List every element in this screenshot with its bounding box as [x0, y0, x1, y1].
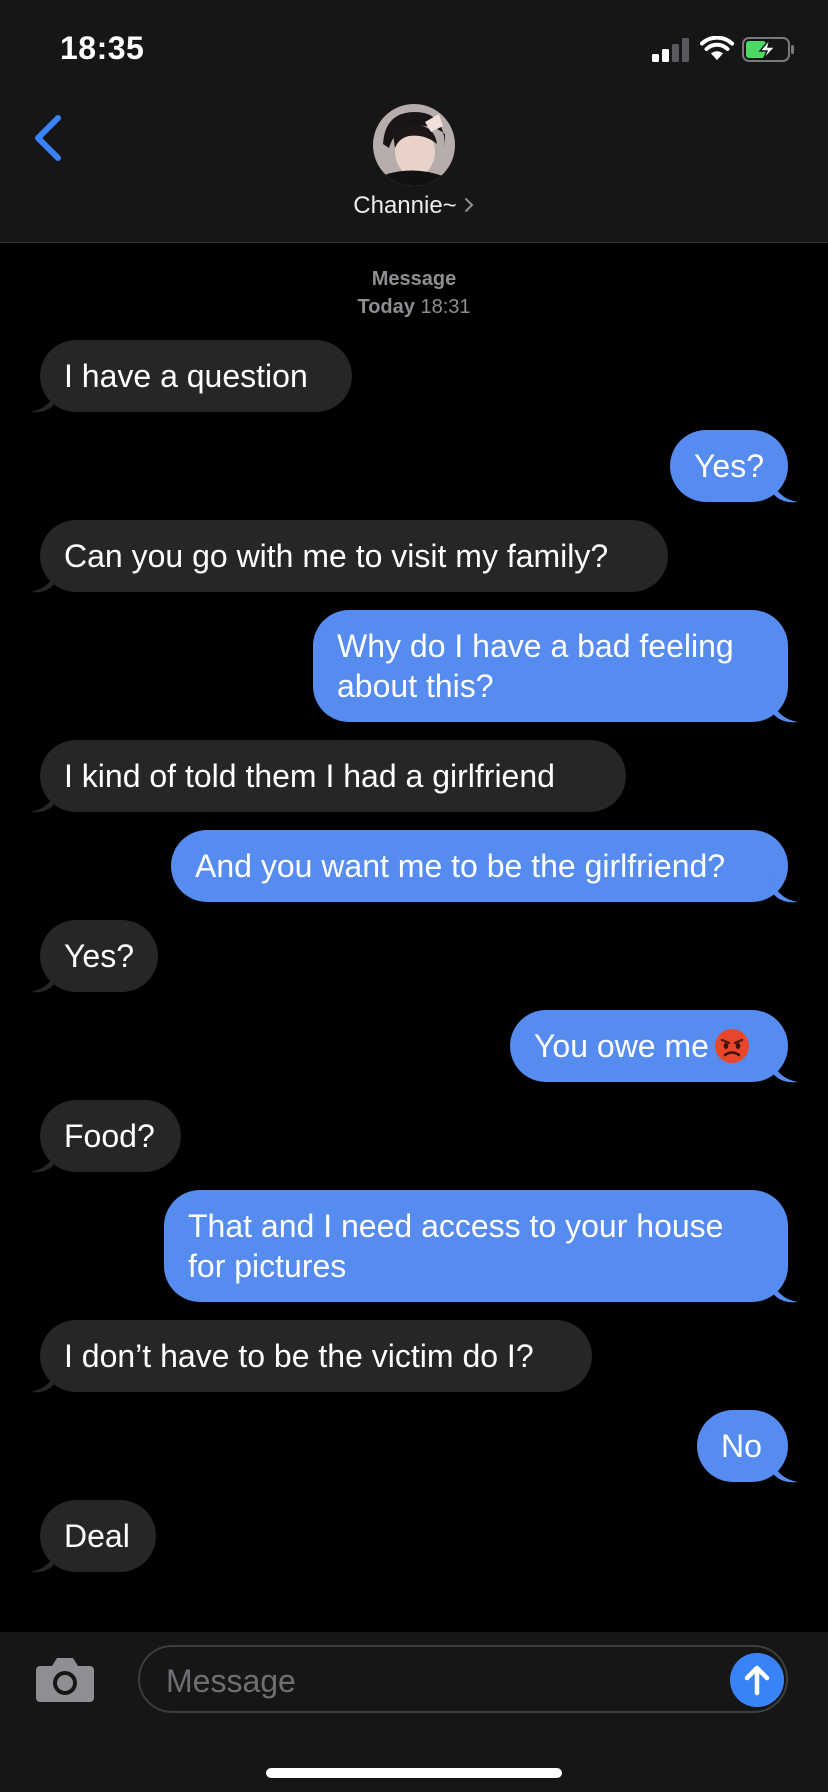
message-timestamp: Message Today 18:31 [0, 265, 828, 321]
incoming-bubble-tail [30, 1148, 56, 1173]
contact-name: Channie~ [353, 192, 457, 219]
incoming-bubble-tail [30, 1548, 56, 1573]
incoming-message-bubble[interactable]: Can you go with me to visit my family? [40, 520, 668, 592]
message-text: No [721, 1428, 762, 1464]
message-text: You owe me [534, 1028, 709, 1064]
timestamp-day: Today [357, 296, 415, 318]
outgoing-message-bubble[interactable]: Yes? [670, 430, 788, 502]
home-indicator[interactable] [266, 1768, 562, 1778]
status-time: 18:35 [60, 30, 145, 66]
battery-charging-icon [742, 37, 794, 62]
message-text: Yes? [64, 938, 134, 974]
message-input-placeholder: Message [166, 1663, 296, 1699]
outgoing-message-bubble[interactable]: That and I need access to your house for… [164, 1190, 788, 1302]
message-text: I have a question [64, 358, 308, 394]
outgoing-bubble-tail [772, 1058, 798, 1083]
incoming-bubble-tail [30, 568, 56, 593]
message-text: Deal [64, 1518, 130, 1554]
incoming-bubble-tail [30, 388, 56, 413]
contact-name-row[interactable]: Channie~ [0, 192, 828, 220]
incoming-message-bubble[interactable]: Food? [40, 1100, 181, 1172]
contact-avatar[interactable] [373, 104, 455, 186]
back-chevron-icon[interactable] [28, 110, 68, 166]
message-text: Why do I have a bad feeling about this? [337, 628, 734, 704]
message-text: Yes? [694, 448, 764, 484]
message-text: I don’t have to be the victim do I? [64, 1338, 534, 1374]
message-text: And you want me to be the girlfriend? [195, 848, 726, 884]
message-text: I kind of told them I had a girlfriend [64, 758, 555, 794]
message-text: Can you go with me to visit my family? [64, 538, 609, 574]
incoming-message-bubble[interactable]: Deal [40, 1500, 156, 1572]
incoming-message-bubble[interactable]: I kind of told them I had a girlfriend [40, 740, 626, 812]
incoming-message-bubble[interactable]: I have a question [40, 340, 352, 412]
message-input[interactable]: Message [138, 1645, 788, 1713]
outgoing-message-bubble[interactable]: And you want me to be the girlfriend? [171, 830, 788, 902]
incoming-bubble-tail [30, 788, 56, 813]
incoming-bubble-tail [30, 1368, 56, 1393]
conversation-header: Channie~ [0, 100, 828, 243]
camera-icon[interactable] [34, 1654, 96, 1704]
outgoing-message-bubble[interactable]: Why do I have a bad feeling about this? [313, 610, 788, 722]
message-text: That and I need access to your house for… [188, 1208, 724, 1284]
timestamp-date: Today 18:31 [0, 293, 828, 321]
wifi-icon [700, 36, 734, 60]
incoming-message-bubble[interactable]: I don’t have to be the victim do I? [40, 1320, 592, 1392]
outgoing-bubble-tail [772, 1458, 798, 1483]
outgoing-message-bubble[interactable]: You owe me [510, 1010, 788, 1082]
chevron-right-icon [464, 198, 474, 212]
incoming-bubble-tail [30, 968, 56, 993]
status-bar: 18:35 [0, 0, 828, 100]
incoming-message-bubble[interactable]: Yes? [40, 920, 158, 992]
outgoing-bubble-tail [772, 698, 798, 723]
send-arrow-icon[interactable] [730, 1653, 784, 1707]
cellular-signal-icon [652, 38, 689, 62]
message-text: Food? [64, 1118, 155, 1154]
outgoing-bubble-tail [772, 1278, 798, 1303]
outgoing-bubble-tail [772, 478, 798, 503]
timestamp-time: 18:31 [420, 296, 471, 318]
outgoing-bubble-tail [772, 878, 798, 903]
timestamp-label: Message [371, 268, 457, 290]
angry-face-icon [714, 1029, 749, 1063]
message-composer-bar: Message [0, 1632, 828, 1792]
